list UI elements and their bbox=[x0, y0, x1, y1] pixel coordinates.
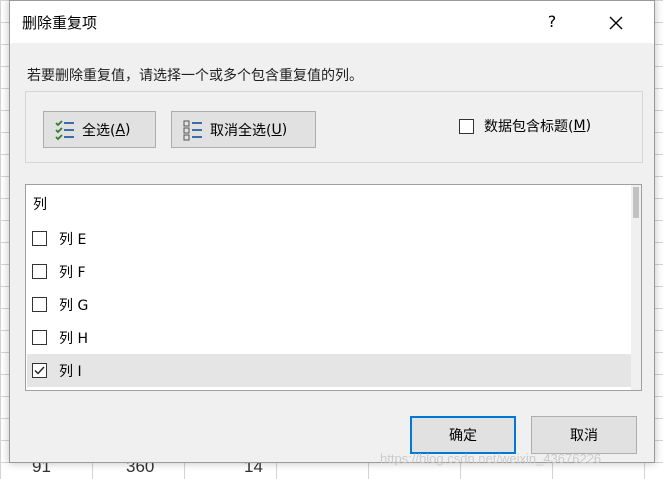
column-label: 列 G bbox=[59, 297, 89, 314]
column-checkbox[interactable] bbox=[32, 231, 47, 246]
title-bar[interactable]: 删除重复项 ? bbox=[10, 1, 654, 43]
column-checkbox[interactable] bbox=[32, 297, 47, 312]
checkmark-icon bbox=[34, 366, 45, 375]
unselect-all-label: 取消全选( bbox=[210, 122, 272, 139]
column-label: 列 E bbox=[59, 231, 87, 248]
column-listbox[interactable]: 列 列 E 列 F 列 G 列 H 列 I bbox=[25, 184, 642, 391]
column-list-item[interactable]: 列 F bbox=[27, 255, 639, 288]
column-label: 列 I bbox=[59, 363, 82, 380]
ok-button[interactable]: 确定 bbox=[410, 416, 516, 454]
column-list-item[interactable]: 列 H bbox=[27, 321, 639, 354]
close-icon bbox=[609, 16, 623, 29]
header-row-suffix: ) bbox=[585, 118, 592, 134]
unselect-all-suffix: ) bbox=[281, 121, 288, 138]
header-row-label: 数据包含标题( bbox=[484, 119, 574, 135]
watermark-text: https://blog.csdn.net/weixin_43676226 bbox=[380, 451, 602, 466]
scrollbar-thumb[interactable] bbox=[633, 187, 639, 218]
column-checkbox[interactable] bbox=[32, 330, 47, 345]
header-row-option[interactable]: 数据包含标题(M) bbox=[459, 116, 591, 136]
column-label: 列 F bbox=[59, 264, 86, 281]
select-all-icon bbox=[55, 119, 74, 140]
header-row-accesskey: M bbox=[573, 118, 586, 134]
column-checkbox[interactable] bbox=[32, 264, 47, 279]
header-row-checkbox[interactable] bbox=[459, 118, 474, 134]
help-button[interactable]: ? bbox=[530, 4, 574, 40]
remove-duplicates-dialog: 删除重复项 ? 若要删除重复值，请选择一个或多个包含重复值的列。 全选(A) bbox=[9, 0, 655, 463]
column-list-header: 列 bbox=[33, 197, 47, 213]
select-all-accesskey: A bbox=[115, 121, 126, 138]
column-label: 列 H bbox=[59, 330, 88, 347]
unselect-all-button[interactable]: 取消全选(U) bbox=[171, 111, 316, 148]
unselect-all-accesskey: U bbox=[271, 121, 282, 138]
close-button[interactable] bbox=[594, 4, 638, 40]
unselect-all-icon bbox=[183, 120, 202, 140]
dialog-title: 删除重复项 bbox=[22, 14, 98, 32]
column-list-item[interactable]: 列 E bbox=[27, 222, 639, 255]
column-list-item-selected[interactable]: 列 I bbox=[27, 354, 639, 387]
cancel-button[interactable]: 取消 bbox=[531, 416, 637, 454]
list-scrollbar[interactable] bbox=[631, 185, 641, 390]
column-checkbox-checked[interactable] bbox=[32, 363, 47, 378]
instruction-text: 若要删除重复值，请选择一个或多个包含重复值的列。 bbox=[27, 68, 363, 84]
column-list-item[interactable]: 列 G bbox=[27, 288, 639, 321]
select-all-label: 全选( bbox=[82, 122, 116, 139]
selection-toolbar: 全选(A) 取消全选(U) 数据包含标题(M) bbox=[25, 91, 643, 163]
select-all-suffix: ) bbox=[125, 121, 131, 138]
select-all-button[interactable]: 全选(A) bbox=[43, 111, 156, 148]
